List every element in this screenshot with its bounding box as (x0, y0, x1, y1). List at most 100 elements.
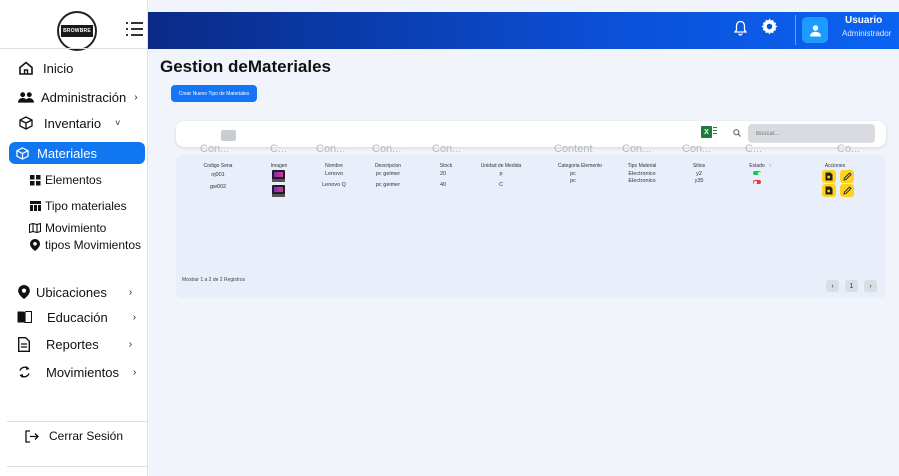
cell-codigo: nj001 (211, 172, 225, 178)
chevron-right-icon: › (132, 366, 137, 378)
cell-stock: 20 (439, 171, 447, 177)
logo-text: BROWBRE (61, 25, 93, 37)
excel-export-icon[interactable]: X (701, 126, 712, 138)
view-document-icon[interactable] (822, 170, 836, 183)
column-header[interactable]: Categoria Elemento (558, 163, 602, 169)
pin-icon (27, 237, 43, 253)
cell-tipo: Electronico (628, 171, 656, 177)
create-material-type-button[interactable]: Crear Nuevo Tipo de Materiales (171, 85, 257, 102)
ghost-column-header: Con... (682, 143, 712, 155)
sort-chevron-icon[interactable]: ˅ (769, 163, 772, 169)
chevron-right-icon: › (128, 286, 133, 298)
ghost-column-header: Con... (316, 143, 346, 155)
sidebar-item-label: Inicio (43, 60, 74, 76)
sidebar-item-materiales[interactable]: Materiales (9, 142, 145, 164)
sidebar-divider (7, 466, 148, 467)
column-header[interactable]: Nombre (325, 163, 343, 169)
user-name: Usuario (845, 15, 883, 26)
sidebar-item-inventario[interactable]: Inventario ˅ (18, 112, 120, 134)
cube-icon (14, 145, 30, 161)
column-header[interactable]: Stock (440, 163, 453, 169)
sidebar-item-tipo-materiales[interactable]: Tipo materiales (27, 195, 127, 217)
cell-sitio: y35 (694, 178, 704, 184)
user-role: Administrador (842, 29, 892, 38)
column-header[interactable]: Estado (749, 163, 765, 169)
ghost-column-header: Co... (837, 143, 861, 155)
logout-icon (24, 428, 40, 444)
cell-descripcion: pc geimer (375, 182, 401, 188)
ghost-column-header: Con... (622, 143, 652, 155)
home-icon (18, 60, 34, 76)
column-header[interactable]: Imagen (271, 163, 288, 169)
ghost-column-header: C... (745, 143, 763, 155)
ghost-column-header: C... (270, 143, 288, 155)
ghost-column-header: Con... (372, 143, 402, 155)
column-header[interactable]: Acciones (825, 163, 845, 169)
logout-label: Cerrar Sesión (49, 429, 124, 443)
cube-icon (18, 115, 34, 131)
pagination-page-button[interactable]: 1 (845, 280, 858, 292)
sidebar: BROWBRE Inicio Administración › Inventar… (0, 0, 148, 476)
column-header[interactable]: Unidad de Medida (481, 163, 522, 169)
chevron-right-icon: › (134, 91, 138, 103)
sidebar-item-inicio[interactable]: Inicio (18, 57, 73, 79)
brand-logo[interactable]: BROWBRE (57, 11, 97, 51)
avatar[interactable] (802, 17, 828, 43)
product-thumbnail (272, 170, 285, 182)
edit-pencil-icon[interactable] (840, 170, 854, 183)
status-toggle[interactable] (753, 180, 761, 184)
sidebar-item-label: Inventario (44, 115, 102, 131)
pagination-prev-button[interactable]: ‹ (826, 280, 839, 292)
sidebar-item-label: tipos Movimientos (45, 238, 142, 252)
sidebar-item-label: Elementos (45, 173, 102, 187)
menu-toggle-icon[interactable] (126, 22, 143, 36)
cell-sitio: y2 (696, 171, 702, 177)
view-document-icon[interactable] (822, 184, 836, 197)
product-thumbnail (272, 185, 285, 197)
bell-icon[interactable] (733, 20, 750, 38)
sidebar-item-tipos-movimientos[interactable]: tipos Movimientos (27, 234, 141, 256)
edit-pencil-icon[interactable] (840, 184, 854, 197)
pagination-next-button[interactable]: › (864, 280, 877, 292)
sidebar-item-reportes[interactable]: Reportes › (16, 333, 132, 355)
book-icon (16, 309, 32, 325)
grid-icon (27, 172, 43, 188)
status-toggle[interactable] (753, 171, 761, 175)
cell-stock: 40 (439, 182, 447, 188)
cell-categoria: pc (570, 178, 576, 184)
sidebar-item-label: Ubicaciones (36, 284, 107, 300)
users-icon (18, 89, 34, 105)
column-header[interactable]: Codigo Sena (204, 163, 233, 169)
excel-sheet-icon (713, 127, 717, 137)
sidebar-item-administracion[interactable]: Administración › (18, 86, 138, 108)
table-icon (27, 198, 43, 214)
sidebar-item-label: Educación (47, 309, 108, 325)
cell-unidad: p (499, 171, 503, 177)
gear-icon[interactable] (761, 18, 778, 40)
top-bar: Usuario Administrador (148, 12, 899, 49)
cell-nombre: Lenovo (324, 171, 344, 177)
topbar-divider (795, 15, 796, 45)
ghost-column-header: Con... (200, 143, 230, 155)
sidebar-item-elementos[interactable]: Elementos (27, 169, 102, 191)
logout-button[interactable]: Cerrar Sesión (24, 425, 123, 447)
sidebar-item-movimientos[interactable]: Movimientos › (16, 361, 136, 383)
file-icon (16, 336, 32, 352)
sidebar-item-label: Reportes (46, 336, 99, 352)
sidebar-item-label: Tipo materiales (45, 199, 127, 213)
cell-nombre: Lenovo Q (322, 182, 346, 188)
column-header[interactable]: Tipo Material (628, 163, 657, 169)
search-input[interactable] (748, 124, 875, 143)
search-icon (733, 129, 741, 139)
column-visibility-button[interactable] (221, 130, 236, 141)
column-header[interactable]: Sitios (693, 163, 705, 169)
page-title: Gestion deMateriales (160, 57, 332, 76)
cell-descripcion: pc geimer (375, 171, 401, 177)
records-info: Mostrar 1 a 2 de 2 Registros (182, 277, 246, 283)
chevron-down-icon: ˅ (115, 118, 121, 128)
chevron-right-icon: › (128, 338, 133, 350)
sidebar-item-educacion[interactable]: Educación › (16, 306, 136, 328)
column-header[interactable]: Descripcion (375, 163, 401, 169)
sidebar-item-ubicaciones[interactable]: Ubicaciones › (16, 281, 132, 303)
sidebar-item-label: Movimiento (45, 221, 107, 235)
